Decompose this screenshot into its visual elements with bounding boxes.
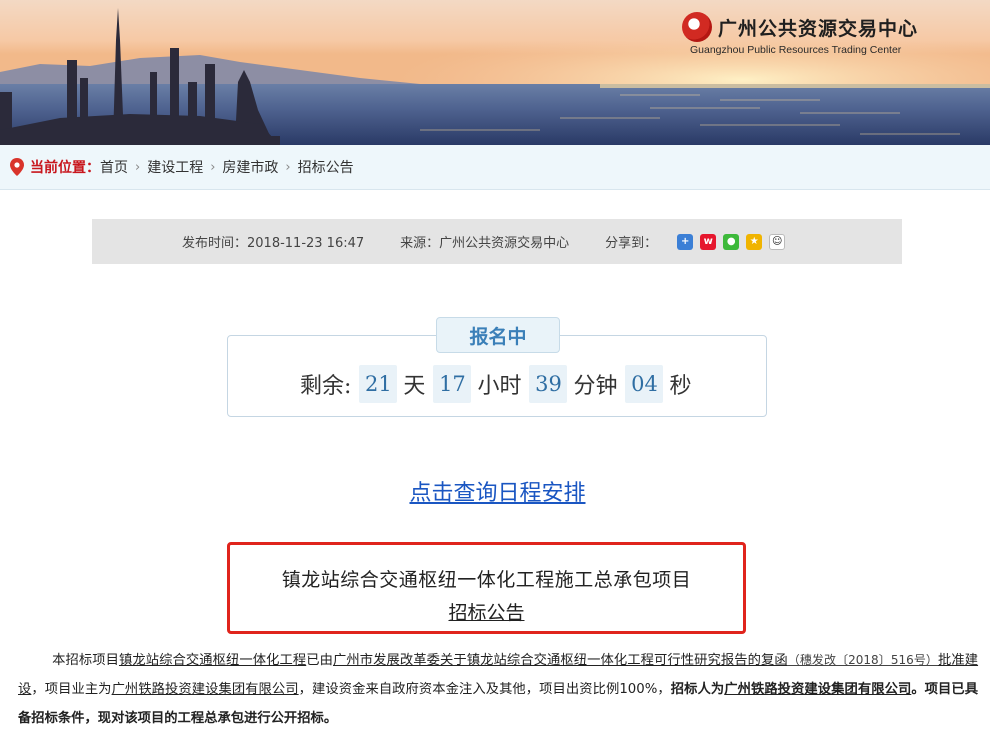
breadcrumb-construction[interactable]: 建设工程	[147, 157, 203, 177]
chevron-right-icon: ›	[285, 159, 291, 175]
body-text-segment: ，项目业主为	[31, 682, 112, 697]
body-text-segment: 本招标项目	[52, 653, 119, 668]
share-label: 分享到：	[605, 236, 658, 251]
project-owner-link[interactable]: 广州铁路投资建设集团有限公司	[112, 682, 299, 697]
countdown-hours: 17	[433, 365, 472, 403]
chevron-right-icon: ›	[210, 159, 216, 175]
header-banner: 广州公共资源交易中心 Guangzhou Public Resources Tr…	[0, 0, 990, 145]
share-icons: + w ● ★ ☺	[677, 233, 786, 250]
countdown-seconds: 04	[625, 365, 664, 403]
weibo-icon[interactable]: w	[700, 233, 717, 250]
share-plus-icon[interactable]: +	[677, 233, 694, 250]
notice-subtitle: 招标公告	[448, 602, 525, 624]
wechat-icon[interactable]: ●	[723, 233, 740, 250]
countdown-minutes: 39	[529, 365, 568, 403]
countdown-hours-unit: 小时	[477, 374, 522, 399]
tenderer-label: 招标人为	[670, 682, 725, 697]
chevron-right-icon: ›	[135, 159, 141, 175]
breadcrumb-housing-municipal[interactable]: 房建市政	[222, 157, 278, 177]
site-logo[interactable]: 广州公共资源交易中心 Guangzhou Public Resources Tr…	[682, 12, 982, 62]
logo-name-cn: 广州公共资源交易中心	[718, 18, 919, 40]
article-source: 来源：广州公共资源交易中心	[400, 236, 570, 251]
qzone-icon[interactable]: ★	[746, 233, 763, 250]
notice-title: 镇龙站综合交通枢纽一体化工程施工总承包项目	[281, 569, 692, 591]
notice-title-box: 镇龙站综合交通枢纽一体化工程施工总承包项目 招标公告	[227, 542, 746, 634]
logo-emblem-icon	[682, 12, 712, 42]
registration-status-badge: 报名中	[436, 317, 560, 353]
body-text-segment: 已由	[306, 653, 333, 668]
article-meta-bar: 发布时间：2018-11-23 16:47 来源：广州公共资源交易中心 分享到：…	[92, 219, 902, 264]
publish-time: 发布时间：2018-11-23 16:47	[182, 236, 365, 251]
breadcrumb: 当前位置： 首页 › 建设工程 › 房建市政 › 招标公告	[0, 145, 990, 190]
approval-doc-link[interactable]: 广州市发展改革委关于镇龙站综合交通枢纽一体化工程可行性研究报告的复函	[333, 653, 788, 668]
body-text-segment: ，建设资金来自政府资本金注入及其他，项目出资比例100%，	[298, 682, 671, 697]
breadcrumb-tender-notice[interactable]: 招标公告	[298, 157, 354, 177]
tenderer-link[interactable]: 广州铁路投资建设集团有限公司	[724, 682, 911, 697]
countdown-timer: 剩余: 21 天 17 小时 39 分钟 04 秒	[300, 365, 693, 403]
notice-body-paragraph: 本招标项目镇龙站综合交通枢纽一体化工程已由广州市发展改革委关于镇龙站综合交通枢纽…	[18, 646, 978, 729]
location-pin-icon	[10, 158, 24, 176]
countdown-seconds-unit: 秒	[669, 374, 692, 399]
breadcrumb-label: 当前位置：	[30, 160, 100, 176]
logo-name-en: Guangzhou Public Resources Trading Cente…	[690, 44, 902, 56]
countdown-days: 21	[359, 365, 398, 403]
project-name-link[interactable]: 镇龙站综合交通枢纽一体化工程	[119, 653, 306, 668]
breadcrumb-home[interactable]: 首页	[100, 157, 128, 177]
schedule-query-link[interactable]: 点击查询日程安排	[0, 475, 990, 507]
countdown-days-unit: 天	[403, 374, 426, 399]
countdown-prefix: 剩余:	[300, 374, 352, 399]
qq-icon[interactable]: ☺	[769, 233, 786, 250]
countdown-minutes-unit: 分钟	[573, 374, 618, 399]
approval-doc-number: （穗发改〔2018〕516号）	[787, 653, 938, 667]
